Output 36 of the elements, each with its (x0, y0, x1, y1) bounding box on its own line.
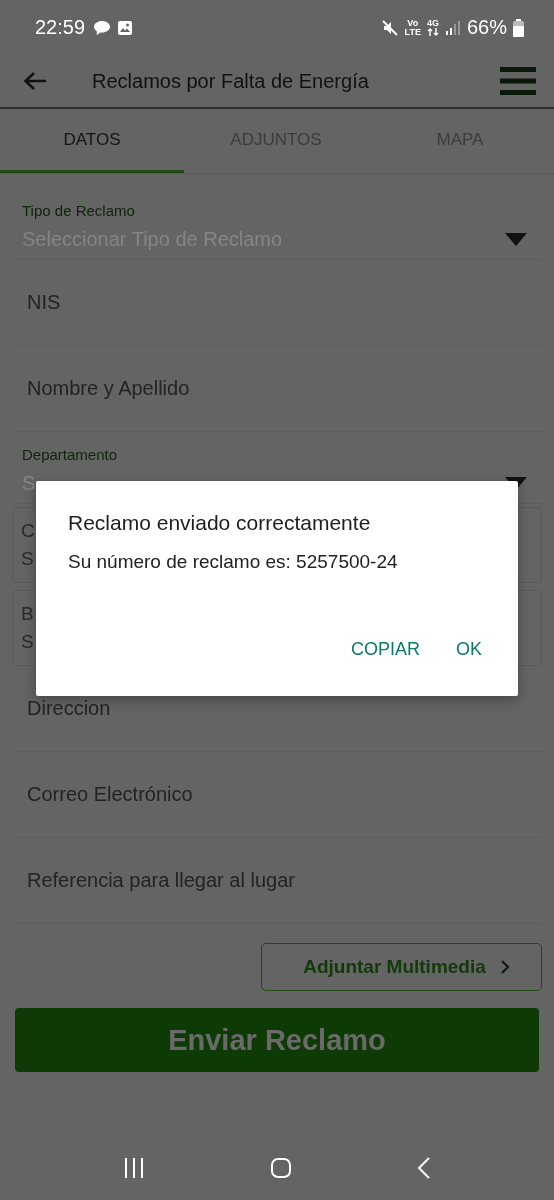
tab[interactable]: DATOS (0, 109, 184, 173)
field-label: Tipo de Reclamo (21, 202, 136, 219)
recents-icon[interactable] (122, 1157, 145, 1179)
battery-icon (513, 18, 524, 37)
input-field[interactable]: Referencia para llegar al lugar (12, 838, 542, 924)
dialog-title: Reclamo enviado correctamente (68, 511, 372, 535)
volte-label: Vo (407, 18, 419, 28)
menu-icon[interactable] (500, 67, 536, 95)
input-field[interactable]: Nombre y Apellido (12, 346, 542, 432)
image-icon (117, 19, 134, 36)
screen-title: Reclamos por Falta de Energía (92, 69, 370, 93)
chevron-right-icon (499, 959, 510, 975)
card-text: B (21, 603, 34, 625)
network-label: 4G (426, 19, 439, 28)
status-time: 22:59 (35, 16, 86, 39)
data-arrows-icon (426, 28, 439, 36)
back-arrow-icon[interactable] (23, 71, 47, 91)
chat-bubble-icon (93, 19, 112, 36)
dialog-button[interactable]: COPIAR (338, 631, 432, 668)
card-text: C (21, 520, 35, 542)
battery-percent: 66% (466, 16, 507, 39)
submit-button[interactable]: Enviar Reclamo (15, 1008, 539, 1072)
dialog-button[interactable]: OK (444, 631, 494, 668)
attach-media-button[interactable]: Adjuntar Multimedia (261, 943, 542, 991)
input-field[interactable]: Correo Electrónico (12, 752, 542, 838)
volte-label: LTE (404, 27, 421, 37)
home-icon[interactable] (270, 1157, 292, 1179)
field-label: Departamento (21, 446, 119, 463)
back-icon[interactable] (417, 1156, 432, 1180)
card-text: S (21, 548, 34, 570)
input-field[interactable]: NIS (12, 260, 542, 346)
dropdown-arrow-icon (505, 232, 527, 246)
mute-icon (380, 18, 399, 37)
signal-icon (444, 19, 461, 36)
dialog-message: Su número de reclamo es: 5257500-24 (68, 551, 399, 573)
card-text: S (21, 631, 34, 653)
